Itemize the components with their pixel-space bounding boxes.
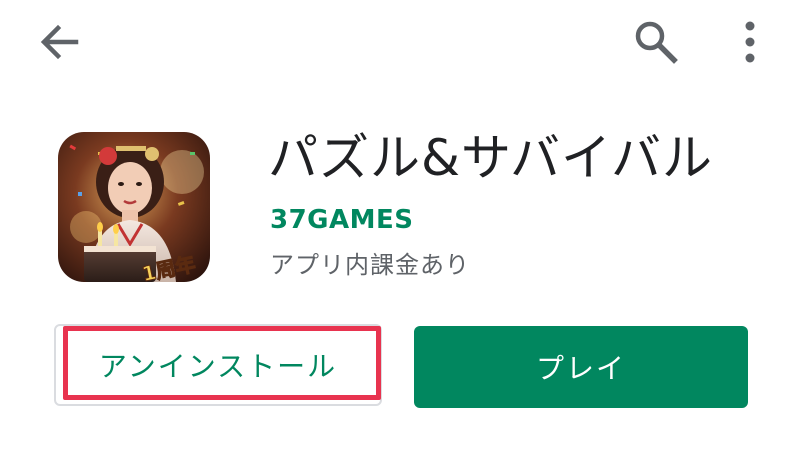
more-vert-icon — [745, 21, 755, 63]
arrow-left-icon — [40, 24, 79, 60]
more-options-button[interactable] — [730, 16, 770, 68]
app-details-page: 1周年 パズル&サバイバル 37GAMES アプリ内課金あり アンインストール … — [0, 0, 800, 454]
developer-link[interactable]: 37GAMES — [270, 203, 414, 237]
search-button[interactable] — [630, 16, 682, 68]
in-app-purchase-note: アプリ内課金あり — [270, 251, 470, 279]
play-button-label: プレイ — [535, 352, 626, 385]
play-button[interactable]: プレイ — [414, 326, 748, 408]
app-title: パズル&サバイバル — [268, 129, 713, 187]
back-button[interactable] — [36, 18, 84, 66]
search-icon — [635, 21, 678, 64]
app-icon: 1周年 — [58, 132, 210, 282]
uninstall-button[interactable]: アンインストール — [54, 324, 382, 406]
uninstall-button-label: アンインストール — [98, 350, 338, 383]
